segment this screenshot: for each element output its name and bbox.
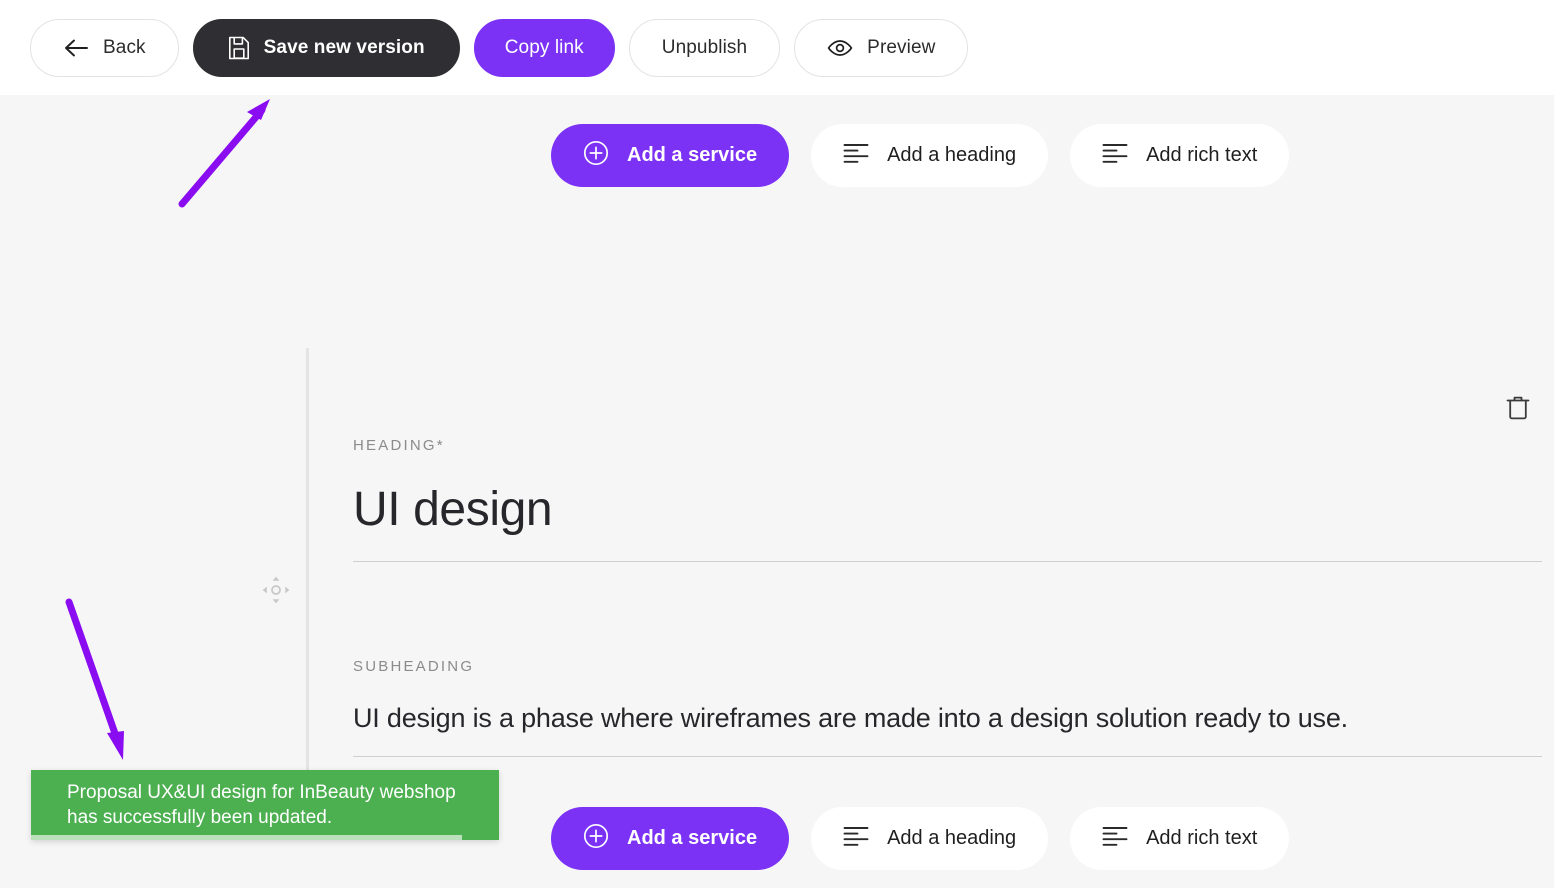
subheading-field-underline [353,756,1542,757]
heading-field-label: HEADING* [353,437,445,454]
block-left-divider [306,348,309,818]
add-block-row-top: Add a service Add a heading Add rich tex… [551,124,1290,187]
add-rich-text-label-top: Add rich text [1146,144,1258,166]
status-toast-message: Proposal UX&UI design for InBeauty websh… [67,782,456,828]
save-new-version-label: Save new version [263,36,425,58]
add-a-service-button-bottom[interactable]: Add a service [551,807,790,870]
add-block-row-bottom: Add a service Add a heading Add rich tex… [551,807,1290,870]
subheading-field[interactable]: SUBHEADING UI design is a phase where wi… [353,658,1542,757]
heading-field[interactable]: HEADING* UI design [353,437,1542,562]
add-a-service-button-top[interactable]: Add a service [551,124,790,187]
heading-block: HEADING* UI design SUBHEADING UI design … [0,250,1554,825]
floppy-disk-icon [228,36,250,60]
top-toolbar: Back Save new version Copy link Unpublis… [0,0,1554,95]
heading-field-value[interactable]: UI design [353,482,1542,537]
text-lines-icon [843,142,869,170]
add-a-heading-button-bottom[interactable]: Add a heading [811,807,1049,870]
plus-circle-icon [583,140,609,172]
add-a-service-label-top: Add a service [627,144,758,166]
back-button-label: Back [103,36,146,58]
preview-button[interactable]: Preview [794,18,969,77]
toast-progress-bar [31,835,462,840]
arrow-left-icon [63,38,89,58]
subheading-field-label: SUBHEADING [353,658,475,675]
unpublish-label: Unpublish [661,36,748,58]
add-rich-text-label-bottom: Add rich text [1146,827,1258,849]
subheading-field-value[interactable]: UI design is a phase where wireframes ar… [353,703,1542,734]
status-toast[interactable]: Proposal UX&UI design for InBeauty websh… [31,770,499,840]
back-button[interactable]: Back [30,18,179,77]
text-lines-icon [1102,142,1128,170]
text-lines-icon [843,825,869,853]
save-new-version-button[interactable]: Save new version [192,18,460,77]
copy-link-label: Copy link [504,36,584,58]
add-rich-text-button-top[interactable]: Add rich text [1070,124,1290,187]
text-lines-icon [1102,825,1128,853]
unpublish-button[interactable]: Unpublish [628,18,781,77]
add-rich-text-button-bottom[interactable]: Add rich text [1070,807,1290,870]
eye-icon [827,39,853,57]
add-a-heading-label-top: Add a heading [887,144,1017,166]
add-a-heading-button-top[interactable]: Add a heading [811,124,1049,187]
add-a-heading-label-bottom: Add a heading [887,827,1017,849]
move-handle-icon[interactable] [261,575,291,605]
add-a-service-label-bottom: Add a service [627,827,758,849]
plus-circle-icon [583,823,609,855]
copy-link-button[interactable]: Copy link [473,18,615,77]
heading-field-underline [353,561,1542,562]
trash-icon[interactable] [1503,393,1533,423]
preview-label: Preview [867,36,936,58]
